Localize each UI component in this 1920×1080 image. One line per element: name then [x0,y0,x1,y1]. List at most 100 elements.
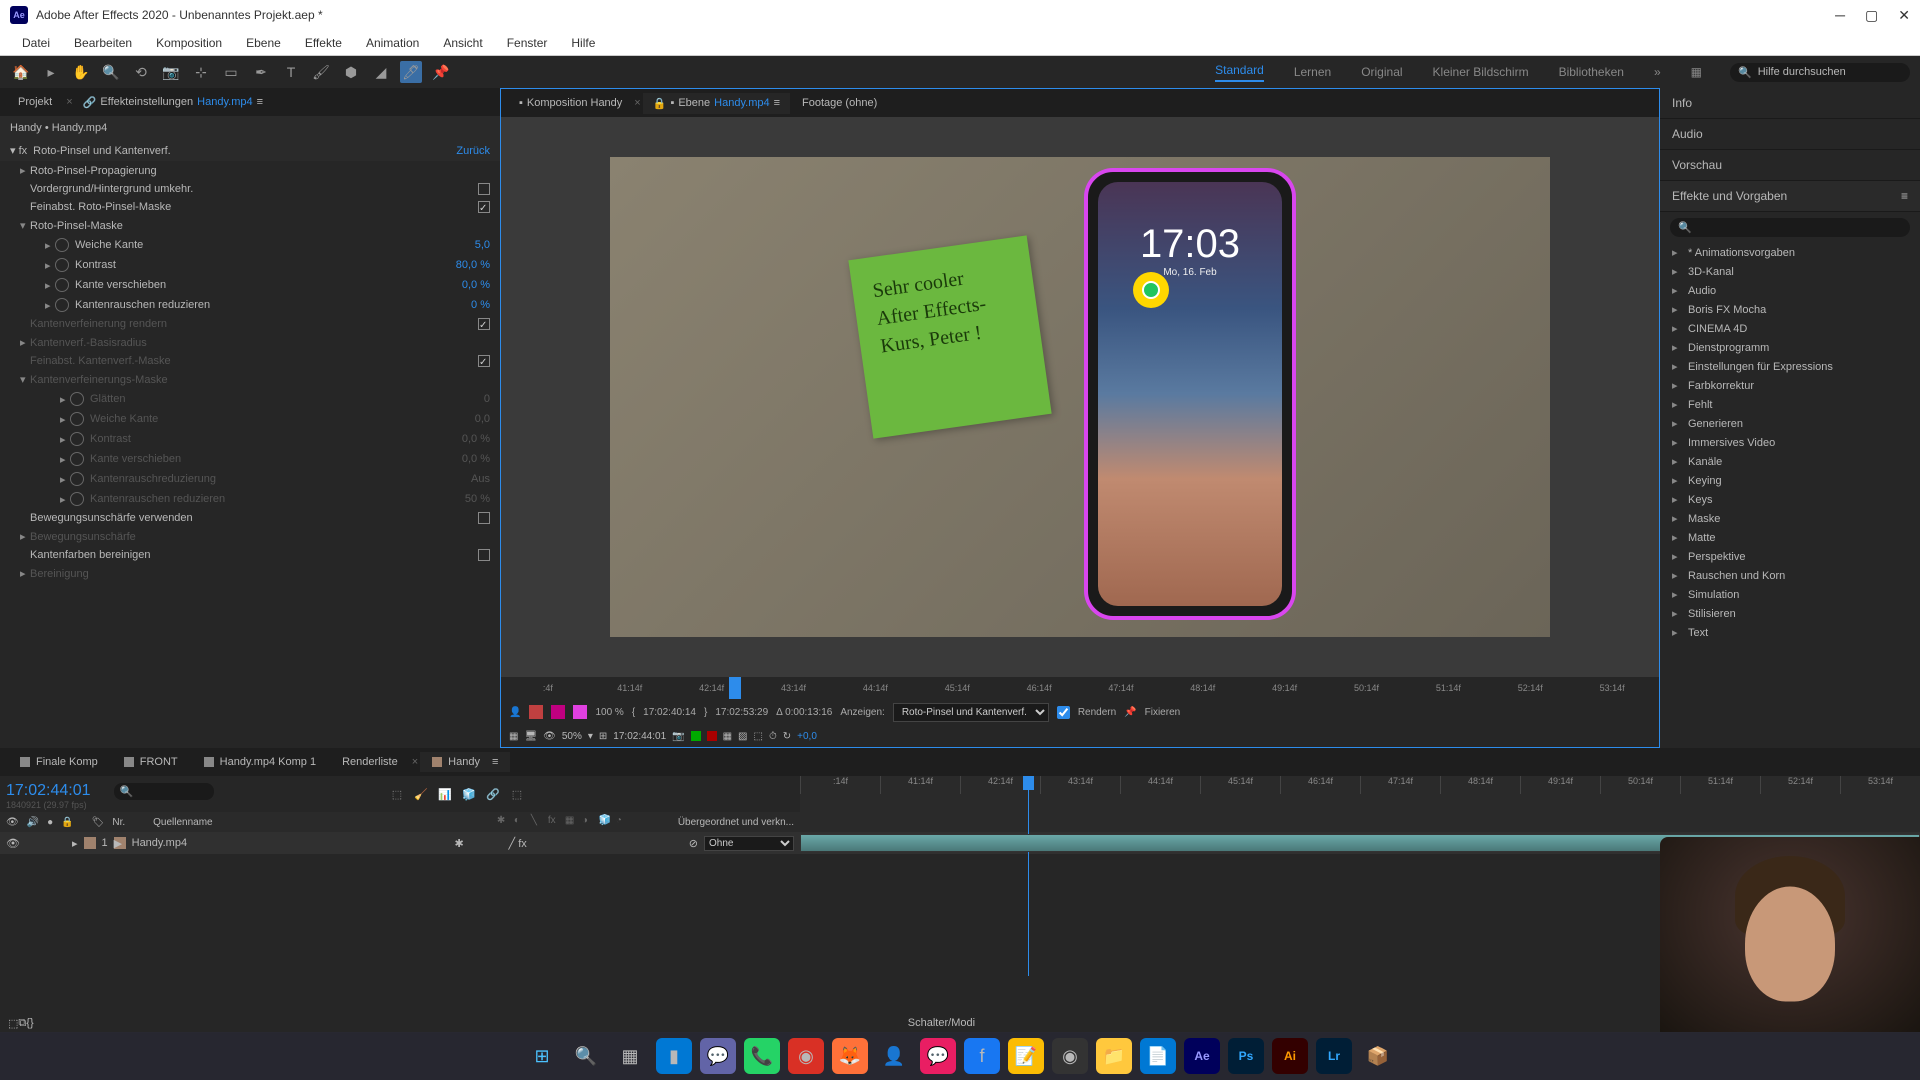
tc-in[interactable]: 17:02:40:14 [643,707,696,718]
tab-menu-icon[interactable]: ≡ [774,97,780,109]
phone-roto-selection[interactable]: 17:03 Mo, 16. Feb [1085,169,1295,619]
zoom-dropdown-icon[interactable]: ▾ [588,731,593,742]
tl-tab-handy[interactable]: Handy≡ [420,752,510,772]
close-button[interactable]: ✕ [1898,7,1910,24]
prop-kantenrauschreduzierung[interactable]: ▸KantenrauschreduzierungAus [0,469,500,489]
exposure-value[interactable]: +0,0 [797,731,817,742]
display-icon[interactable]: 🖥 [524,731,537,742]
switch-shy[interactable]: ✱ [497,815,511,829]
tl-search[interactable]: 🔍 [114,783,214,800]
tab-close-icon[interactable]: × [634,97,640,109]
tl-icon-3[interactable]: 📊 [436,785,454,803]
alpha-icon[interactable]: ▦ [723,731,732,742]
preset-kan-le[interactable]: ▸Kanäle [1660,452,1920,471]
prop-vordergrund-hintergrund-umkehr-[interactable]: Vordergrund/Hintergrund umkehr. [0,180,500,198]
workspace-standard[interactable]: Standard [1215,63,1264,82]
taskbar-ps[interactable]: Ps [1228,1038,1264,1074]
tl-icon-4[interactable]: 🧊 [460,785,478,803]
preset-audio[interactable]: ▸Audio [1660,281,1920,300]
tab-menu-icon[interactable]: ≡ [492,756,498,768]
help-search[interactable]: 🔍 Hilfe durchsuchen [1730,63,1910,82]
taskbar-search[interactable]: 🔍 [568,1038,604,1074]
preset-maske[interactable]: ▸Maske [1660,509,1920,528]
menu-fenster[interactable]: Fenster [495,36,560,50]
preset-cinema-d[interactable]: ▸CINEMA 4D [1660,319,1920,338]
preset-simulation[interactable]: ▸Simulation [1660,585,1920,604]
tl-tab-front[interactable]: FRONT [112,752,190,772]
transparency-icon[interactable]: ▨ [738,731,747,742]
prop-kantenverfeinerungs-maske[interactable]: ▾Kantenverfeinerungs-Maske [0,370,500,389]
selection-tool[interactable]: ▸ [40,61,62,83]
panel-menu-icon[interactable]: ≡ [1901,189,1908,203]
viewer-mini-timeline[interactable]: :4f41:14f42:14f43:14f44:14f45:14f46:14f4… [501,677,1659,699]
preset-keys[interactable]: ▸Keys [1660,490,1920,509]
rendern-checkbox[interactable] [1057,706,1070,719]
preset-rauschen-und-korn[interactable]: ▸Rauschen und Korn [1660,566,1920,585]
layer-sw-1[interactable]: ✱ [455,837,469,850]
grid-icon[interactable]: ⊞ [599,731,607,742]
solo-icon[interactable]: ● [47,817,53,828]
taskbar-app-6[interactable]: 📦 [1360,1038,1396,1074]
preset-search[interactable]: 🔍 [1670,218,1910,237]
taskbar-app-3[interactable]: 👤 [876,1038,912,1074]
taskbar-app-4[interactable]: 📝 [1008,1038,1044,1074]
eye-icon[interactable]: 👁 [6,817,19,828]
anzeigen-dropdown[interactable]: Roto-Pinsel und Kantenverf. [893,703,1049,722]
preset-immersives-video[interactable]: ▸Immersives Video [1660,433,1920,452]
switch-blend[interactable]: ◔ [616,815,630,829]
prop-roto-pinsel-maske[interactable]: ▾Roto-Pinsel-Maske [0,216,500,235]
parent-link-icon[interactable]: ⊘ [689,837,698,850]
tl-icon-1[interactable]: ⬚ [388,785,406,803]
timeline-playhead[interactable] [1028,776,1029,976]
taskbar-ae[interactable]: Ae [1184,1038,1220,1074]
taskbar-facebook[interactable]: f [964,1038,1000,1074]
pen-tool[interactable]: ✒ [250,61,272,83]
prop-kontrast[interactable]: ▸Kontrast80,0 % [0,255,500,275]
color-stroke[interactable] [573,705,587,719]
layer-visibility[interactable]: 👁 [6,837,20,850]
color-fg[interactable] [529,705,543,719]
home-icon[interactable]: 🏠 [10,61,32,83]
layer-row-1[interactable]: 👁 ▸ 1 ▶ Handy.mp4 ✱ ╱ fx ⊘ Ohne [0,832,1920,854]
preset-fehlt[interactable]: ▸Fehlt [1660,395,1920,414]
mini-playhead[interactable] [729,677,741,699]
layer-color[interactable] [84,837,96,849]
tl-mode-label[interactable]: Schalter/Modi [908,1017,975,1029]
taskbar-app-5[interactable]: 📄 [1140,1038,1176,1074]
text-tool[interactable]: T [280,61,302,83]
tl-toggle-2[interactable]: ⧉ [18,1017,26,1030]
refresh-icon[interactable]: ↻ [783,731,791,742]
taskbar-lr[interactable]: Lr [1316,1038,1352,1074]
switch-3d[interactable]: 🧊 [599,815,613,829]
tl-icon-6[interactable]: ⬚ [508,785,526,803]
channel-r[interactable] [707,731,717,741]
prop-weiche-kante[interactable]: ▸Weiche Kante5,0 [0,235,500,255]
tab-effect-settings[interactable]: 🔗 Effekteinstellungen Handy.mp4 ≡ [77,92,269,113]
effect-toggle-icon[interactable]: ▾ fx [10,144,27,157]
tl-tab-finale[interactable]: Finale Komp [8,752,110,772]
viewer-tab-layer[interactable]: 🔒 ▪ Ebene Handy.mp4 ≡ [643,93,790,114]
prop-kontrast[interactable]: ▸Kontrast0,0 % [0,429,500,449]
prop-kante-verschieben[interactable]: ▸Kante verschieben0,0 % [0,275,500,295]
menu-animation[interactable]: Animation [354,36,431,50]
rotate-tool[interactable]: ⟲ [130,61,152,83]
pin-icon[interactable]: 📌 [1124,707,1136,718]
menu-hilfe[interactable]: Hilfe [559,36,607,50]
tab-project[interactable]: Projekt [8,92,62,112]
preset-keying[interactable]: ▸Keying [1660,471,1920,490]
prop-weiche-kante[interactable]: ▸Weiche Kante0,0 [0,409,500,429]
taskbar-explorer[interactable]: 📁 [1096,1038,1132,1074]
maximize-button[interactable]: ▢ [1865,7,1878,24]
tab-close-icon[interactable]: × [412,756,418,768]
taskbar-messenger[interactable]: 💬 [920,1038,956,1074]
prop-kantenverfeinerung-rendern[interactable]: Kantenverfeinerung rendern [0,315,500,333]
tl-tab-render[interactable]: Renderliste [330,752,410,772]
viewer-content[interactable]: Sehr cooler After Effects- Kurs, Peter !… [501,117,1659,677]
tab-menu-icon[interactable]: ≡ [257,96,263,108]
panel-audio[interactable]: Audio [1660,119,1920,150]
brush-tool[interactable]: 🖌 [310,61,332,83]
switch-blur[interactable]: ▦ [565,815,579,829]
res-icon[interactable]: ▦ [509,731,518,742]
prop-bewegungsunsch-rfe-verwenden[interactable]: Bewegungsunschärfe verwenden [0,509,500,527]
workspace-bibliotheken[interactable]: Bibliotheken [1559,65,1624,79]
